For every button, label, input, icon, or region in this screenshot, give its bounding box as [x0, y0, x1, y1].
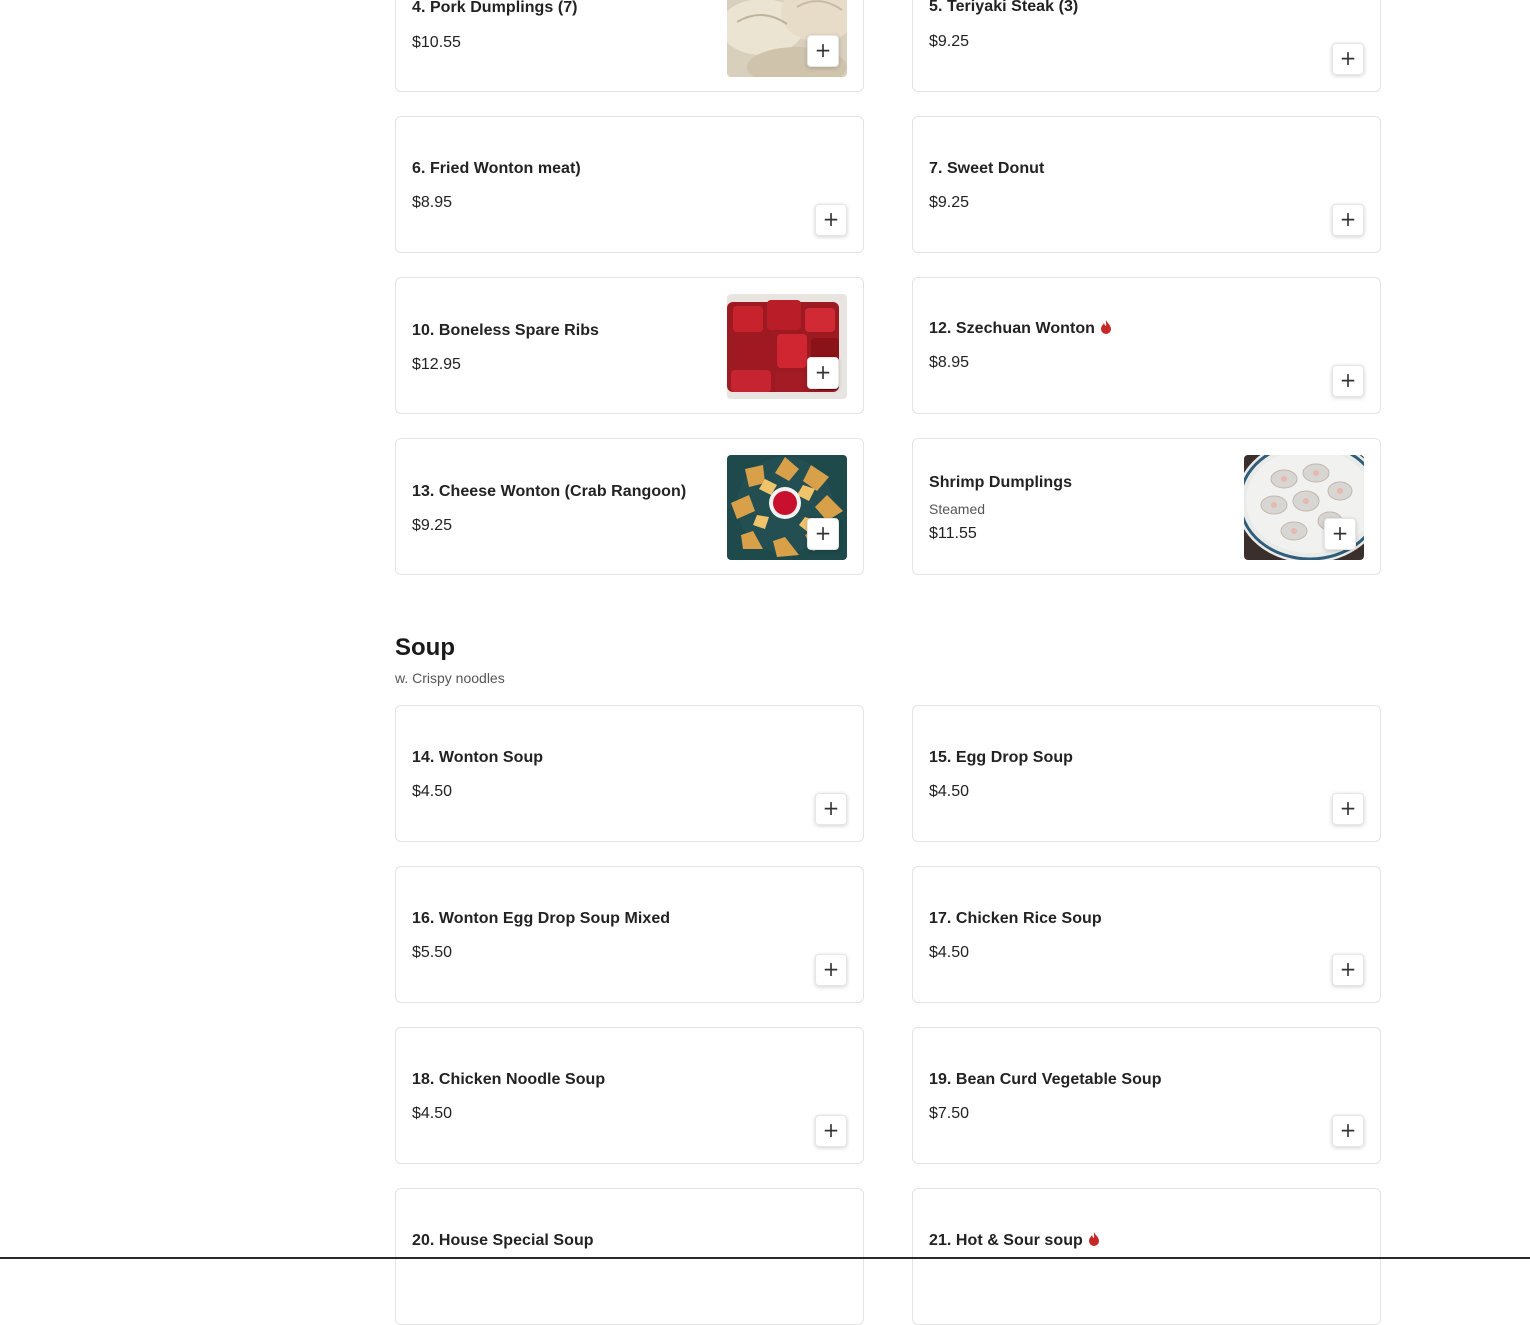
- item-name: 6. Fried Wonton meat): [412, 160, 581, 177]
- add-to-cart-button[interactable]: +: [807, 357, 839, 389]
- item-name: 4. Pork Dumplings (7): [412, 0, 578, 16]
- menu-item-card[interactable]: 13. Cheese Wonton (Crab Rangoon) $9.25 +: [395, 438, 864, 575]
- item-price: $12.95: [412, 356, 461, 373]
- item-price: $5.50: [412, 944, 453, 961]
- add-to-cart-button[interactable]: +: [1332, 1115, 1364, 1147]
- item-name: 15. Egg Drop Soup: [929, 749, 1073, 766]
- menu-item-card[interactable]: 6. Fried Wonton meat) $8.95 +: [395, 116, 864, 253]
- menu-item-card[interactable]: 14. Wonton Soup $4.50 +: [395, 705, 864, 842]
- flame-icon: [1088, 1232, 1100, 1251]
- plus-icon: +: [814, 521, 832, 545]
- add-to-cart-button[interactable]: +: [1324, 518, 1356, 550]
- menu-item-card[interactable]: 17. Chicken Rice Soup $4.50 +: [912, 866, 1381, 1003]
- plus-icon: +: [1339, 46, 1357, 70]
- plus-icon: +: [1339, 796, 1357, 820]
- add-to-cart-button[interactable]: +: [1332, 793, 1364, 825]
- item-name: 19. Bean Curd Vegetable Soup: [929, 1071, 1162, 1088]
- menu-item-card[interactable]: 10. Boneless Spare Ribs $12.95 +: [395, 277, 864, 414]
- item-price: $8.95: [929, 354, 970, 371]
- item-name: 18. Chicken Noodle Soup: [412, 1071, 606, 1088]
- plus-icon: +: [822, 207, 840, 231]
- add-to-cart-button[interactable]: +: [815, 793, 847, 825]
- item-name: 13. Cheese Wonton (Crab Rangoon): [412, 483, 687, 500]
- plus-icon: +: [822, 796, 840, 820]
- item-price: $9.25: [929, 33, 970, 50]
- item-name: 7. Sweet Donut: [929, 160, 1045, 177]
- menu-item-card[interactable]: 12. Szechuan Wonton $8.95 +: [912, 277, 1381, 414]
- add-to-cart-button[interactable]: +: [807, 518, 839, 550]
- add-to-cart-button[interactable]: +: [1332, 954, 1364, 986]
- menu-item-card[interactable]: Shrimp Dumplings Steamed $11.55 +: [912, 438, 1381, 575]
- plus-icon: +: [822, 957, 840, 981]
- add-to-cart-button[interactable]: +: [1332, 204, 1364, 236]
- add-to-cart-button[interactable]: +: [1332, 365, 1364, 397]
- item-price: $4.50: [929, 783, 970, 800]
- menu-item-card[interactable]: 5. Teriyaki Steak (3) $9.25 +: [912, 0, 1381, 92]
- menu-item-card[interactable]: 16. Wonton Egg Drop Soup Mixed $5.50 +: [395, 866, 864, 1003]
- menu-item-card[interactable]: 19. Bean Curd Vegetable Soup $7.50 +: [912, 1027, 1381, 1164]
- item-name-row: 12. Szechuan Wonton: [929, 320, 1112, 339]
- add-to-cart-button[interactable]: +: [815, 954, 847, 986]
- item-price: $4.50: [412, 1105, 453, 1122]
- item-name: Shrimp Dumplings: [929, 474, 1073, 491]
- add-to-cart-button[interactable]: +: [807, 35, 839, 67]
- item-name: 17. Chicken Rice Soup: [929, 910, 1102, 927]
- add-to-cart-button[interactable]: +: [815, 1115, 847, 1147]
- item-name: 14. Wonton Soup: [412, 749, 544, 766]
- menu-item-card[interactable]: 4. Pork Dumplings (7) $10.55 +: [395, 0, 864, 92]
- item-price: $10.55: [412, 34, 461, 51]
- section-title: Soup: [395, 634, 455, 661]
- menu-item-card[interactable]: 15. Egg Drop Soup $4.50 +: [912, 705, 1381, 842]
- item-name-row: 21. Hot & Sour soup: [929, 1232, 1100, 1251]
- item-description: Steamed: [929, 501, 986, 517]
- plus-icon: +: [1331, 521, 1349, 545]
- plus-icon: +: [822, 1118, 840, 1142]
- menu-item-card[interactable]: 7. Sweet Donut $9.25 +: [912, 116, 1381, 253]
- item-name: 20. House Special Soup: [412, 1232, 594, 1249]
- add-to-cart-button[interactable]: +: [815, 204, 847, 236]
- item-price: $9.25: [412, 517, 453, 534]
- item-price: $11.55: [929, 525, 977, 542]
- item-price: $4.50: [929, 944, 970, 961]
- item-name: 5. Teriyaki Steak (3): [929, 0, 1079, 15]
- item-name: 10. Boneless Spare Ribs: [412, 322, 600, 339]
- item-price: $7.50: [929, 1105, 970, 1122]
- item-name: 16. Wonton Egg Drop Soup Mixed: [412, 910, 671, 927]
- plus-icon: +: [814, 360, 832, 384]
- item-name: 21. Hot & Sour soup: [929, 1232, 1083, 1249]
- menu-item-card[interactable]: 18. Chicken Noodle Soup $4.50 +: [395, 1027, 864, 1164]
- plus-icon: +: [1339, 1118, 1357, 1142]
- item-price: $4.50: [412, 783, 453, 800]
- plus-icon: +: [1339, 207, 1357, 231]
- plus-icon: +: [1339, 957, 1357, 981]
- section-subtitle: w. Crispy noodles: [395, 670, 505, 686]
- item-name: 12. Szechuan Wonton: [929, 320, 1096, 337]
- add-to-cart-button[interactable]: +: [1332, 43, 1364, 75]
- plus-icon: +: [1339, 368, 1357, 392]
- flame-icon: [1100, 320, 1112, 339]
- item-price: $8.95: [412, 194, 453, 211]
- item-price: $9.25: [929, 194, 970, 211]
- plus-icon: +: [814, 38, 832, 62]
